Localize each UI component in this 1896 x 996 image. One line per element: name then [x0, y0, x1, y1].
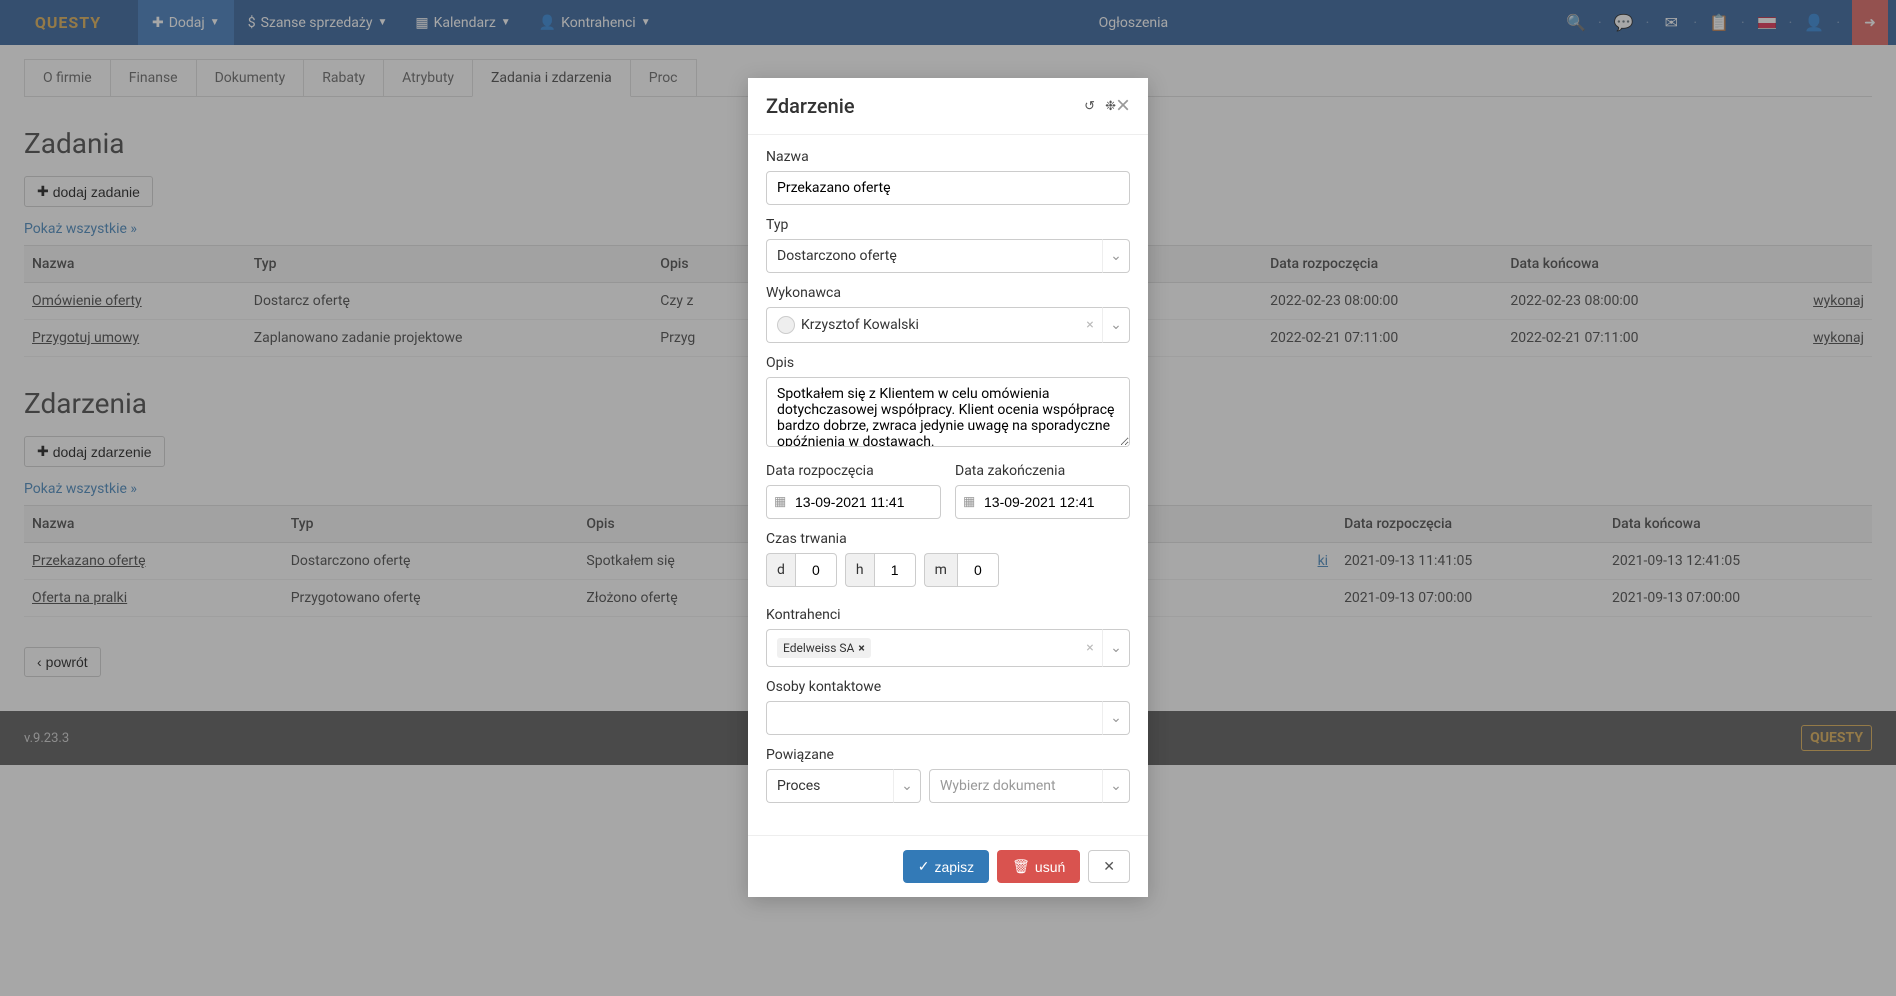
save-label: zapisz — [934, 859, 974, 875]
related-label: Powiązane — [766, 747, 1130, 763]
type-select[interactable]: Dostarczono ofertę ⌄ — [766, 239, 1130, 273]
chevron-down-icon[interactable]: ⌄ — [1102, 769, 1130, 803]
modal-footer: ✓ zapisz 🗑 usuń ✕ — [748, 835, 1148, 897]
check-icon: ✓ — [918, 858, 930, 875]
chevron-down-icon[interactable]: ⌄ — [893, 769, 921, 803]
event-modal: Zdarzenie ↺ ❉ × Nazwa Typ Dostarczono of… — [748, 78, 1148, 897]
delete-button[interactable]: 🗑 usuń — [997, 850, 1080, 883]
executor-label: Wykonawca — [766, 285, 1130, 301]
chevron-down-icon[interactable]: ⌄ — [1102, 307, 1130, 343]
contacts-label: Osoby kontaktowe — [766, 679, 1130, 695]
contractors-label: Kontrahenci — [766, 607, 1130, 623]
duration-h-input[interactable] — [874, 553, 916, 587]
start-label: Data rozpoczęcia — [766, 463, 941, 479]
history-icon[interactable]: ↺ — [1084, 99, 1095, 114]
duration-label: Czas trwania — [766, 531, 1130, 547]
calendar-icon: ▦ — [963, 495, 975, 510]
tag-label: Edelweiss SA — [783, 641, 854, 655]
duration-m-label: m — [924, 553, 957, 587]
name-input[interactable] — [766, 171, 1130, 205]
name-label: Nazwa — [766, 149, 1130, 165]
type-select-value: Dostarczono ofertę — [766, 239, 1102, 273]
chevron-down-icon[interactable]: ⌄ — [1102, 701, 1130, 735]
contractor-tag: Edelweiss SA × — [777, 638, 871, 658]
modal-title: Zdarzenie — [766, 94, 1074, 118]
desc-label: Opis — [766, 355, 1130, 371]
related-type-select[interactable]: Proces ⌄ — [766, 769, 921, 803]
trash-icon: 🗑 — [1012, 858, 1030, 875]
chevron-down-icon[interactable]: ⌄ — [1102, 629, 1130, 667]
related-doc-placeholder: Wybierz dokument — [929, 769, 1102, 803]
type-label: Typ — [766, 217, 1130, 233]
end-date-input[interactable] — [955, 485, 1130, 519]
clone-icon[interactable]: ❉ — [1105, 99, 1116, 114]
related-type-value: Proces — [766, 769, 893, 803]
delete-label: usuń — [1035, 859, 1065, 875]
modal-header: Zdarzenie ↺ ❉ × — [748, 78, 1148, 135]
executor-value: Krzysztof Kowalski — [766, 307, 1078, 343]
clear-icon[interactable]: × — [1078, 307, 1102, 343]
modal-body: Nazwa Typ Dostarczono ofertę ⌄ Wykonawca… — [748, 135, 1148, 835]
duration-d-label: d — [766, 553, 795, 587]
clear-icon[interactable]: × — [1078, 629, 1102, 667]
contractors-select[interactable]: Edelweiss SA × × ⌄ — [766, 629, 1130, 667]
avatar-icon — [777, 316, 795, 334]
duration-h-label: h — [845, 553, 874, 587]
tag-remove-icon[interactable]: × — [858, 641, 864, 655]
related-doc-select[interactable]: Wybierz dokument ⌄ — [929, 769, 1130, 803]
duration-m-input[interactable] — [957, 553, 999, 587]
cancel-button[interactable]: ✕ — [1088, 850, 1130, 883]
close-button[interactable]: × — [1116, 92, 1130, 120]
calendar-icon: ▦ — [774, 495, 786, 510]
executor-select[interactable]: Krzysztof Kowalski × ⌄ — [766, 307, 1130, 343]
chevron-down-icon[interactable]: ⌄ — [1102, 239, 1130, 273]
desc-textarea[interactable]: Spotkałem się z Klientem w celu omówieni… — [766, 377, 1130, 447]
close-icon: ✕ — [1103, 858, 1115, 875]
duration-d-input[interactable] — [795, 553, 837, 587]
start-date-input[interactable] — [766, 485, 941, 519]
end-label: Data zakończenia — [955, 463, 1130, 479]
contacts-select[interactable]: ⌄ — [766, 701, 1130, 735]
save-button[interactable]: ✓ zapisz — [903, 850, 989, 883]
